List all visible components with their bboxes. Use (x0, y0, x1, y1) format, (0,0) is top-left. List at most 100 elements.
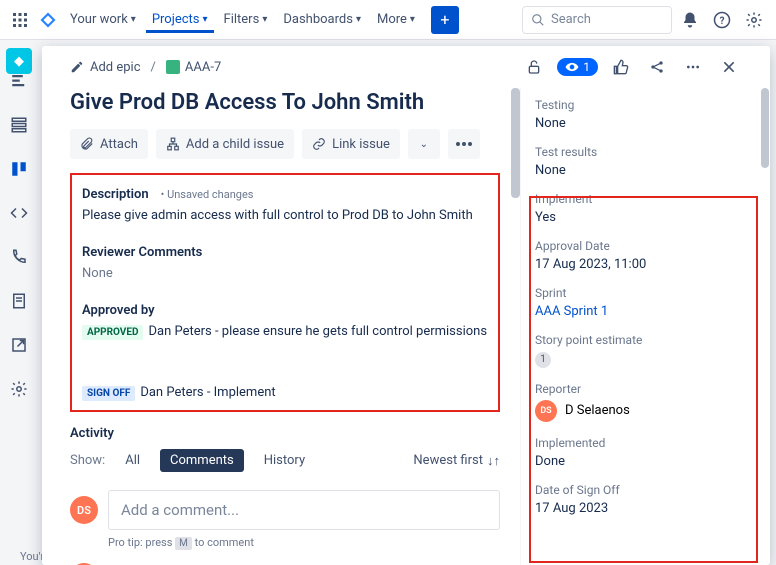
field-sprint-label: Sprint (535, 286, 750, 300)
code-icon[interactable] (8, 202, 30, 224)
watch-button[interactable]: 1 (557, 58, 598, 76)
chevron-down-icon: ▾ (262, 14, 267, 25)
link-issue-button[interactable]: Link issue (302, 129, 400, 159)
pages-icon[interactable] (8, 290, 30, 312)
field-testresults-value[interactable]: None (535, 163, 750, 178)
main-column: Give Prod DB Access To John Smith Attach… (42, 88, 520, 565)
jira-logo-icon[interactable] (36, 8, 60, 32)
main-scrollbar[interactable] (511, 88, 520, 565)
field-sprint-value[interactable]: AAA Sprint 1 (535, 304, 750, 319)
svg-text:?: ? (720, 15, 725, 26)
field-implemented-label: Implemented (535, 436, 750, 450)
help-icon[interactable]: ? (708, 6, 736, 34)
issue-key-link[interactable]: AAA-7 (166, 60, 221, 75)
notifications-icon[interactable] (676, 6, 704, 34)
attach-button[interactable]: Attach (70, 129, 148, 159)
close-icon[interactable] (716, 54, 742, 80)
oncall-icon[interactable] (8, 246, 30, 268)
more-actions-icon[interactable] (680, 54, 706, 80)
more-content-actions[interactable] (448, 129, 480, 159)
chevron-down-icon: ▾ (410, 14, 415, 25)
sort-newest-first[interactable]: Newest first↓↑ (413, 453, 500, 469)
chevron-down-icon: ⌄ (420, 139, 428, 150)
link-issue-dropdown[interactable]: ⌄ (408, 129, 440, 159)
nav-your-work[interactable]: Your work▾ (64, 6, 142, 33)
field-storypoints-label: Story point estimate (535, 333, 750, 347)
nav-filters[interactable]: Filters▾ (218, 6, 274, 33)
action-row: Attach Add a child issue Link issue ⌄ (70, 129, 520, 159)
chevron-down-icon: ▾ (131, 14, 136, 25)
signoff-value[interactable]: SIGN OFFDan Peters - Implement (82, 385, 488, 400)
eye-icon (565, 60, 579, 74)
field-reporter-label: Reporter (535, 382, 750, 396)
attachment-icon (80, 137, 94, 151)
current-user-avatar: DS (70, 496, 98, 524)
field-implement-label: Implement (535, 192, 750, 206)
field-implement-value[interactable]: Yes (535, 210, 750, 225)
search-icon (531, 13, 545, 27)
create-button[interactable]: + (431, 6, 459, 34)
field-approval-date-value[interactable]: 17 Aug 2023, 11:00 (535, 257, 750, 272)
side-column: Testing None Test results None Implement… (520, 88, 770, 565)
field-date-signoff-value[interactable]: 17 Aug 2023 (535, 501, 750, 516)
comment-input[interactable]: Add a comment... (108, 490, 500, 530)
add-epic-link[interactable]: Add epic (70, 60, 141, 75)
unlock-icon[interactable] (521, 54, 547, 80)
chevron-down-icon: ▾ (203, 14, 208, 25)
field-storypoints-value[interactable]: 1 (535, 351, 750, 368)
story-type-icon (166, 60, 180, 74)
tab-all[interactable]: All (115, 449, 150, 472)
dialog-header: Add epic / AAA-7 1 (42, 46, 770, 88)
project-settings-icon[interactable] (8, 378, 30, 400)
approved-by-value[interactable]: APPROVEDDan Peters - please ensure he ge… (82, 324, 488, 339)
issue-title[interactable]: Give Prod DB Access To John Smith (70, 90, 500, 115)
show-label: Show: (70, 453, 105, 468)
nav-dashboards[interactable]: Dashboards▾ (277, 6, 367, 33)
field-implemented-value[interactable]: Done (535, 454, 750, 469)
field-date-signoff-label: Date of Sign Off (535, 483, 750, 497)
shortcut-icon[interactable] (8, 334, 30, 356)
top-nav: Your work▾ Projects▾ Filters▾ Dashboards… (0, 0, 776, 40)
activity-tabs: Show: All Comments History Newest first↓… (70, 449, 500, 472)
tab-comments[interactable]: Comments (160, 449, 244, 472)
left-rail: ◆ (0, 40, 38, 565)
reviewer-comments-value[interactable]: None (82, 266, 488, 281)
like-icon[interactable] (608, 54, 634, 80)
description-label: Description (82, 187, 149, 202)
share-icon[interactable] (644, 54, 670, 80)
sort-icon: ↓↑ (487, 453, 500, 469)
field-testresults-label: Test results (535, 145, 750, 159)
activity-heading: Activity (70, 426, 520, 441)
nav-projects[interactable]: Projects▾ (146, 6, 214, 33)
highlighted-content-box: Description • Unsaved changes Please giv… (70, 173, 500, 412)
ellipsis-icon (456, 142, 472, 146)
description-body[interactable]: Please give admin access with full contr… (82, 208, 488, 223)
field-approval-date-label: Approval Date (535, 239, 750, 253)
breadcrumb-separator: / (151, 60, 156, 75)
approved-chip: APPROVED (82, 325, 143, 340)
chevron-down-icon: ▾ (356, 14, 361, 25)
nav-more[interactable]: More▾ (371, 6, 421, 33)
settings-icon[interactable] (740, 6, 768, 34)
pencil-icon (70, 60, 84, 74)
child-issue-icon (166, 137, 180, 151)
tab-history[interactable]: History (254, 449, 315, 472)
approved-by-label: Approved by (82, 303, 155, 318)
field-reporter-value[interactable]: DS D Selaenos (535, 400, 750, 422)
link-icon (312, 137, 326, 151)
project-avatar[interactable]: ◆ (6, 48, 32, 74)
search-input[interactable]: Search (522, 6, 672, 34)
reviewer-comments-label: Reviewer Comments (82, 245, 202, 260)
add-child-issue-button[interactable]: Add a child issue (156, 129, 294, 159)
side-scrollbar[interactable] (761, 88, 769, 168)
unsaved-indicator: • Unsaved changes (161, 188, 254, 201)
board-icon[interactable] (8, 158, 30, 180)
backlog-icon[interactable] (8, 114, 30, 136)
field-testing-label: Testing (535, 98, 750, 112)
comment-composer: DS Add a comment... (70, 490, 500, 530)
issue-dialog: Add epic / AAA-7 1 Give Prod DB Access T… (42, 46, 770, 565)
field-testing-value[interactable]: None (535, 116, 750, 131)
signoff-chip: SIGN OFF (82, 386, 135, 401)
app-switcher-icon[interactable] (8, 8, 32, 32)
reporter-avatar: DS (535, 400, 557, 422)
